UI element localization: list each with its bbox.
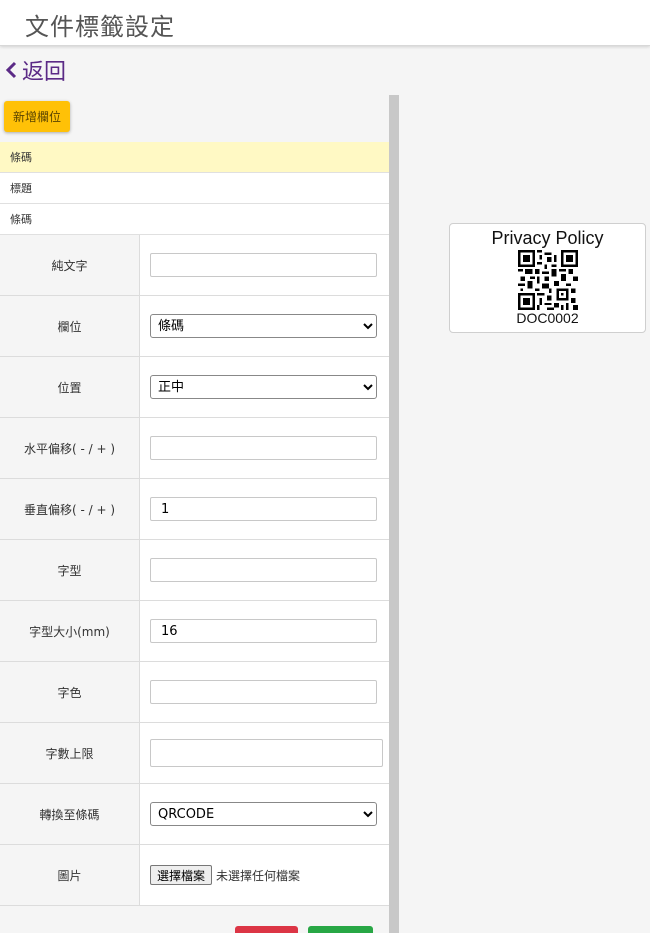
chevron-left-icon <box>4 58 20 82</box>
prop-label: 水平偏移( - / + ) <box>0 418 140 478</box>
preview-code: DOC0002 <box>516 310 579 326</box>
v-offset-input[interactable] <box>150 497 377 521</box>
properties-table: 純文字 欄位 條碼 位置 正中 水平偏移( - / + ) 垂直偏移( - / … <box>0 235 389 906</box>
prop-label: 垂直偏移( - / + ) <box>0 479 140 539</box>
no-file-text: 未選擇任何檔案 <box>216 868 301 883</box>
prop-label: 字型 <box>0 540 140 600</box>
prop-row-font-size: 字型大小(mm) <box>0 601 389 662</box>
field-list-item[interactable]: 條碼 <box>0 142 389 173</box>
prop-label: 字色 <box>0 662 140 722</box>
preview-title: Privacy Policy <box>491 228 604 248</box>
font-input[interactable] <box>150 558 377 582</box>
prop-row-plain-text: 純文字 <box>0 235 389 296</box>
position-select[interactable]: 正中 <box>150 375 377 399</box>
page-title: 文件標籤設定 <box>25 13 175 41</box>
delete-button[interactable] <box>235 926 298 933</box>
label-preview: Privacy Policy DOC0002 <box>449 223 646 333</box>
prop-row-max-chars: 字數上限 <box>0 723 389 784</box>
prop-label: 字型大小(mm) <box>0 601 140 661</box>
choose-file-button[interactable]: 選擇檔案 <box>150 865 213 885</box>
barcode-type-select[interactable]: QRCODE <box>150 802 377 826</box>
h-offset-input[interactable] <box>150 436 377 460</box>
back-link[interactable]: 返回 <box>4 56 67 85</box>
scrollbar[interactable] <box>389 95 399 933</box>
prop-row-font-color: 字色 <box>0 662 389 723</box>
prop-row-h-offset: 水平偏移( - / + ) <box>0 418 389 479</box>
prop-row-field: 欄位 條碼 <box>0 296 389 357</box>
add-field-button[interactable]: 新增欄位 <box>4 101 70 132</box>
prop-label: 圖片 <box>0 845 140 905</box>
back-label: 返回 <box>22 60 67 85</box>
prop-row-position: 位置 正中 <box>0 357 389 418</box>
prop-label: 轉換至條碼 <box>0 784 140 844</box>
plain-text-input[interactable] <box>150 253 377 277</box>
prop-label: 欄位 <box>0 296 140 356</box>
field-list-item[interactable]: 條碼 <box>0 204 389 235</box>
font-color-input[interactable] <box>150 680 377 704</box>
prop-row-font: 字型 <box>0 540 389 601</box>
field-select[interactable]: 條碼 <box>150 314 377 338</box>
field-list-item[interactable]: 標題 <box>0 173 389 204</box>
prop-label: 純文字 <box>0 235 140 295</box>
prop-label: 位置 <box>0 357 140 417</box>
save-button[interactable] <box>308 926 373 933</box>
font-size-input[interactable] <box>150 619 377 643</box>
field-list: 條碼 標題 條碼 <box>0 142 389 235</box>
prop-row-convert-barcode: 轉換至條碼 QRCODE <box>0 784 389 845</box>
prop-row-image: 圖片 選擇檔案 未選擇任何檔案 <box>0 845 389 906</box>
max-chars-input[interactable] <box>150 739 383 767</box>
prop-label: 字數上限 <box>0 723 140 783</box>
app-header: 文件標籤設定 <box>0 0 650 46</box>
prop-row-v-offset: 垂直偏移( - / + ) <box>0 479 389 540</box>
qr-code-icon <box>517 250 578 310</box>
